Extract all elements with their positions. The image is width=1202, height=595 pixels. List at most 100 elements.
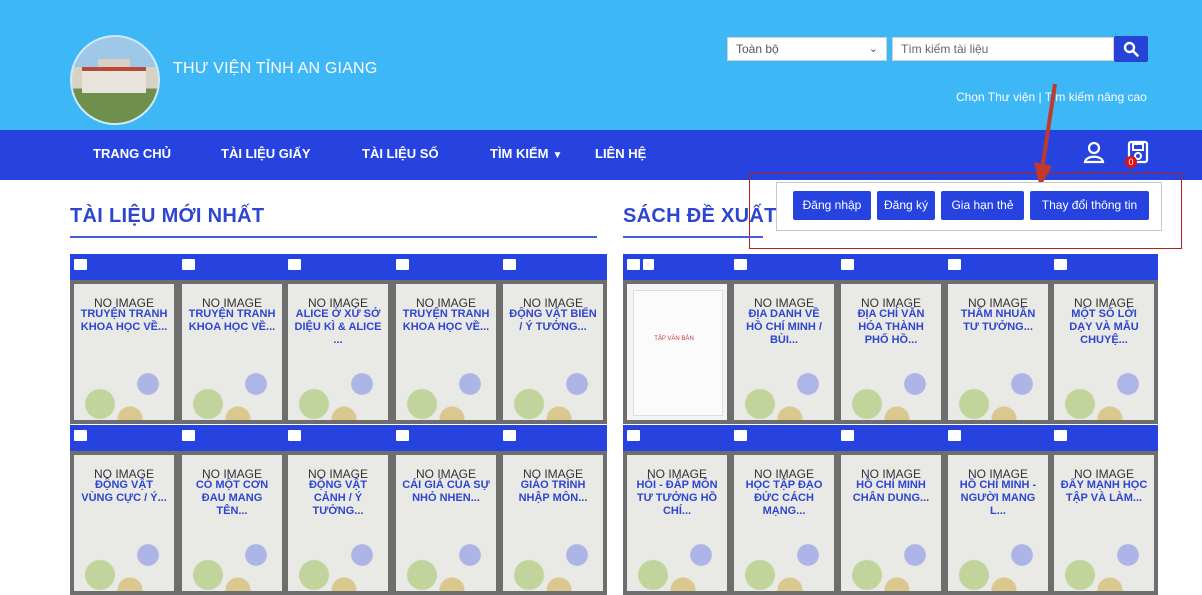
book-title: CÓ MỘT CƠN ĐAU MANG TÊN... (195, 479, 269, 517)
book-card[interactable]: NO IMAGE HỒ CHÍ MINH CHÂN DUNG... (837, 425, 945, 595)
book-title: HỒ CHÍ MINH CHÂN DUNG... (852, 479, 930, 504)
book-icon (734, 430, 747, 441)
book-card[interactable]: NO IMAGE MỘT SỐ LỜI DẠY VÀ MẪU CHUYỆ... (1050, 254, 1158, 424)
book-cover: NO IMAGE ĐỊA CHÍ VĂN HÓA THÀNH PHỐ HỒ... (837, 280, 945, 424)
register-button[interactable]: Đăng ký (877, 191, 935, 220)
book-card[interactable]: NO IMAGE ĐỊA CHÍ VĂN HÓA THÀNH PHỐ HỒ... (837, 254, 945, 424)
book-icon (841, 430, 854, 441)
book-cover: NO IMAGE ĐỘNG VẬT CẢNH / Ý TƯỞNG... (284, 451, 392, 595)
book-card[interactable]: NO IMAGE TRUYỆN TRANH KHOA HỌC VỀ... (392, 254, 500, 424)
book-cover: NO IMAGE ĐỘNG VẬT BIỂN / Ý TƯỞNG... (499, 280, 607, 424)
latest-docs-underline (70, 236, 597, 238)
book-icon (1054, 430, 1067, 441)
book-card[interactable]: NO IMAGE HỌC TẬP ĐẠO ĐỨC CÁCH MẠNG... (730, 425, 838, 595)
book-icon (74, 430, 87, 441)
book-icon (182, 259, 195, 270)
book-icon (1054, 259, 1067, 270)
book-title: ĐỊA DANH VỀ HỒ CHÍ MINH / BÙI... (746, 308, 822, 346)
nav-search-label: TÌM KIẾM (490, 146, 549, 161)
book-icon (948, 430, 961, 441)
book-title: THẤM NHUẦN TƯ TƯỞNG... (960, 308, 1036, 333)
book-card[interactable]: NO IMAGE ALICE Ở XỨ SỞ DIỆU KÌ & ALICE .… (284, 254, 392, 424)
book-title: HỎI - ĐÁP MÔN TƯ TƯỞNG HỒ CHÍ... (636, 479, 718, 517)
nav-home[interactable]: TRANG CHỦ (93, 146, 171, 161)
nav-search[interactable]: TÌM KIẾM ▼ (490, 146, 562, 161)
search-input[interactable]: Tìm kiếm tài liệu (892, 37, 1114, 61)
book-card[interactable]: TẬP VĂN BẢN (623, 254, 731, 424)
user-icon[interactable] (1083, 140, 1105, 164)
book-cover: NO IMAGE ĐỘNG VẬT VÙNG CỰC / Ý... (70, 451, 178, 595)
book-title: ĐỘNG VẬT BIỂN / Ý TƯỞNG... (509, 308, 597, 333)
nav-print-docs[interactable]: TÀI LIỆU GIẤY (221, 146, 311, 161)
book-card[interactable]: NO IMAGE TRUYỆN TRANH KHOA HỌC VỀ... (70, 254, 178, 424)
book-cover: NO IMAGE TRUYỆN TRANH KHOA HỌC VỀ... (70, 280, 178, 424)
book-title: ĐỘNG VẬT VÙNG CỰC / Ý... (81, 479, 167, 504)
search-icon (1123, 41, 1139, 57)
book-title: TRUYỆN TRANH KHOA HỌC VỀ... (80, 308, 168, 333)
book-card[interactable]: NO IMAGE HỎI - ĐÁP MÔN TƯ TƯỞNG HỒ CHÍ..… (623, 425, 731, 595)
book-title: ĐỊA CHÍ VĂN HÓA THÀNH PHỐ HỒ... (857, 308, 925, 346)
book-icon (396, 430, 409, 441)
book-card[interactable]: NO IMAGE ĐẨY MẠNH HỌC TẬP VÀ LÀM... (1050, 425, 1158, 595)
book-card[interactable]: NO IMAGE CÁI GIÁ CỦA SỰ NHỎ NHEN... (392, 425, 500, 595)
book-cover: NO IMAGE CÁI GIÁ CỦA SỰ NHỎ NHEN... (392, 451, 500, 595)
book-cover: NO IMAGE HỒ CHÍ MINH - NGƯỜI MANG L... (944, 451, 1052, 595)
book-cover: NO IMAGE GIÁO TRÌNH NHẬP MÔN... (499, 451, 607, 595)
caret-down-icon: ▼ (552, 150, 563, 161)
book-cover: NO IMAGE CÓ MỘT CƠN ĐAU MANG TÊN... (178, 451, 286, 595)
book-card[interactable]: NO IMAGE ĐỘNG VẬT BIỂN / Ý TƯỞNG... (499, 254, 607, 424)
nav-digital-docs[interactable]: TÀI LIỆU SỐ (362, 146, 439, 161)
login-button[interactable]: Đăng nhập (793, 191, 871, 220)
book-title: HỒ CHÍ MINH - NGƯỜI MANG L... (959, 479, 1037, 517)
book-icon (288, 259, 301, 270)
book-card[interactable]: NO IMAGE ĐỘNG VẬT VÙNG CỰC / Ý... (70, 425, 178, 595)
book-cover: NO IMAGE ĐẨY MẠNH HỌC TẬP VÀ LÀM... (1050, 451, 1158, 595)
change-info-button[interactable]: Thay đổi thông tin (1030, 191, 1149, 220)
book-cover: NO IMAGE HỒ CHÍ MINH CHÂN DUNG... (837, 451, 945, 595)
book-card[interactable]: NO IMAGE GIÁO TRÌNH NHẬP MÔN... (499, 425, 607, 595)
book-icon (288, 430, 301, 441)
book-cover: NO IMAGE THẤM NHUẦN TƯ TƯỞNG... (944, 280, 1052, 424)
book-icon (841, 259, 854, 270)
book-card[interactable]: NO IMAGE ĐỊA DANH VỀ HỒ CHÍ MINH / BÙI..… (730, 254, 838, 424)
book-title: ĐỘNG VẬT CẢNH / Ý TƯỞNG... (308, 479, 368, 517)
book-icon (627, 430, 640, 441)
search-scope-select[interactable]: Toàn bộ ⌄ (727, 37, 887, 61)
document-icon (643, 259, 654, 270)
book-card[interactable]: NO IMAGE ĐỘNG VẬT CẢNH / Ý TƯỞNG... (284, 425, 392, 595)
book-title: ALICE Ở XỨ SỞ DIỆU KÌ & ALICE ... (294, 308, 382, 346)
suggested-books-underline (623, 236, 763, 238)
book-icon (734, 259, 747, 270)
search-button[interactable] (1114, 36, 1148, 62)
book-icon (503, 430, 516, 441)
chevron-down-icon: ⌄ (868, 43, 878, 55)
book-cover: NO IMAGE ĐỊA DANH VỀ HỒ CHÍ MINH / BÙI..… (730, 280, 838, 424)
nav-contact[interactable]: LIÊN HỆ (595, 146, 646, 161)
book-card[interactable]: NO IMAGE THẤM NHUẦN TƯ TƯỞNG... (944, 254, 1052, 424)
book-title: TRUYỆN TRANH KHOA HỌC VỀ... (402, 308, 490, 333)
user-menu-dropdown: Đăng nhập Đăng ký Gia hạn thẻ Thay đổi t… (776, 182, 1162, 231)
book-icon (182, 430, 195, 441)
book-card[interactable]: NO IMAGE HỒ CHÍ MINH - NGƯỜI MANG L... (944, 425, 1052, 595)
book-card[interactable]: NO IMAGE TRUYỆN TRANH KHOA HỌC VỀ... (178, 254, 286, 424)
search-scope-value: Toàn bộ (736, 42, 779, 56)
cart-count-badge: 0 (1125, 156, 1137, 168)
book-title: ĐẨY MẠNH HỌC TẬP VÀ LÀM... (1060, 479, 1148, 504)
book-cover: NO IMAGE TRUYỆN TRANH KHOA HỌC VỀ... (178, 280, 286, 424)
book-title: HỌC TẬP ĐẠO ĐỨC CÁCH MẠNG... (745, 479, 823, 517)
renew-card-button[interactable]: Gia hạn thẻ (941, 191, 1024, 220)
library-logo[interactable] (70, 35, 160, 125)
book-title: MỘT SỐ LỜI DẠY VÀ MẪU CHUYỆ... (1069, 308, 1139, 346)
header-bar: THƯ VIỆN TỈNH AN GIANG Toàn bộ ⌄ Tìm kiế… (0, 0, 1202, 130)
book-cover: NO IMAGE MỘT SỐ LỜI DẠY VÀ MẪU CHUYỆ... (1050, 280, 1158, 424)
book-cover: NO IMAGE TRUYỆN TRANH KHOA HỌC VỀ... (392, 280, 500, 424)
book-cover: NO IMAGE HỎI - ĐÁP MÔN TƯ TƯỞNG HỒ CHÍ..… (623, 451, 731, 595)
library-name[interactable]: THƯ VIỆN TỈNH AN GIANG (173, 60, 377, 78)
book-icon (627, 259, 640, 270)
book-icon (396, 259, 409, 270)
book-title: TRUYỆN TRANH KHOA HỌC VỀ... (188, 308, 276, 333)
book-cover: TẬP VĂN BẢN (623, 280, 731, 424)
latest-docs-title: TÀI LIỆU MỚI NHẤT (70, 205, 265, 227)
book-icon (74, 259, 87, 270)
book-card[interactable]: NO IMAGE CÓ MỘT CƠN ĐAU MANG TÊN... (178, 425, 286, 595)
